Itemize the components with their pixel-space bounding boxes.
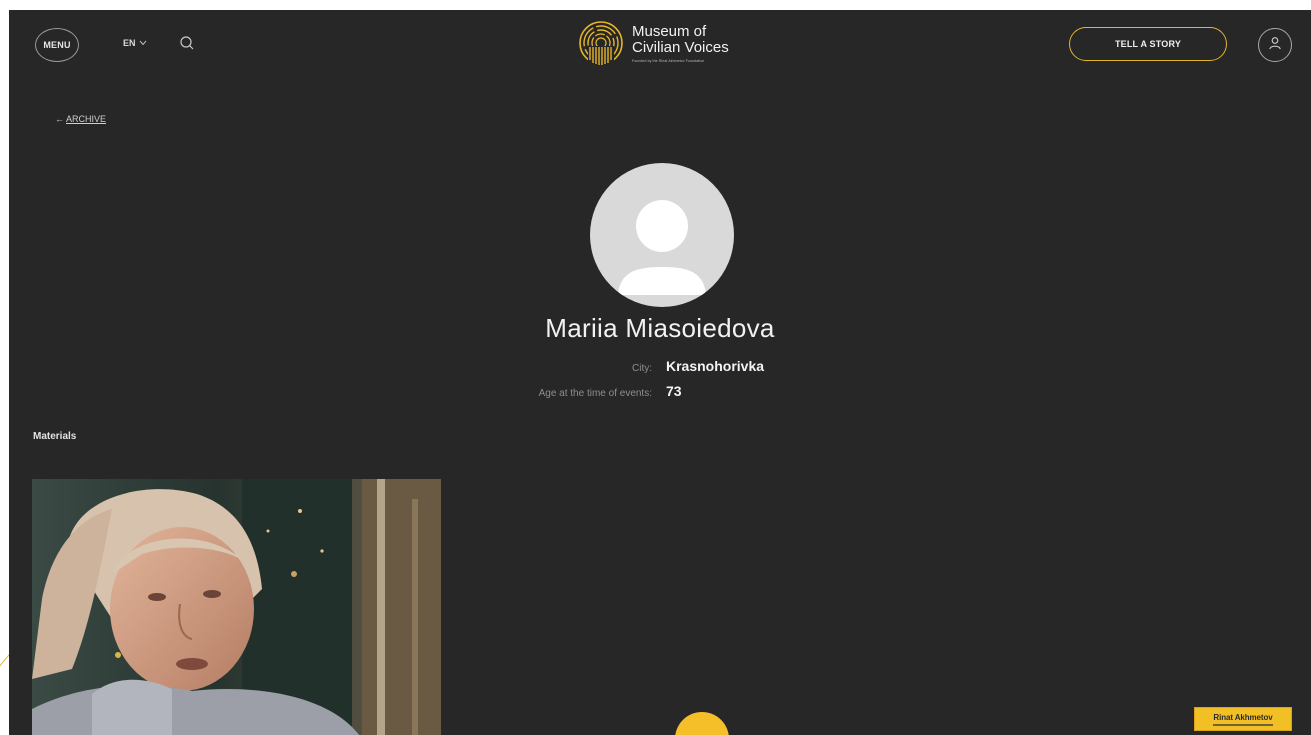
partner-badge[interactable]: Rinat Akhmetov xyxy=(1194,707,1292,731)
menu-label: MENU xyxy=(43,40,71,50)
city-row: City: Krasnohorivka xyxy=(502,358,764,374)
partner-underline xyxy=(1213,723,1273,726)
language-selector[interactable]: EN xyxy=(123,38,147,48)
floating-action-dot[interactable] xyxy=(675,712,729,735)
user-account-button[interactable] xyxy=(1258,28,1292,62)
fingerprint-logo-icon xyxy=(578,20,624,66)
avatar xyxy=(590,163,734,307)
city-value: Krasnohorivka xyxy=(666,358,765,374)
search-icon[interactable] xyxy=(179,35,195,51)
chevron-down-icon xyxy=(139,39,147,48)
age-value: 73 xyxy=(666,383,682,399)
user-icon xyxy=(1268,36,1282,55)
avatar-placeholder-icon xyxy=(618,200,706,295)
city-label: City: xyxy=(632,363,652,374)
site-logo[interactable]: Museum of Civilian Voices Founded by the… xyxy=(578,20,729,66)
video-thumbnail-image xyxy=(32,479,441,735)
back-arrow-icon: ← xyxy=(55,114,64,124)
logo-text: Museum of Civilian Voices Founded by the… xyxy=(632,22,729,63)
page-viewport: MENU EN Museum of Civilian Voices Founde… xyxy=(9,10,1311,735)
logo-title-line2: Civilian Voices xyxy=(632,38,729,56)
language-label: EN xyxy=(123,38,136,48)
back-to-archive-link[interactable]: ← ARCHIVE xyxy=(55,114,106,124)
materials-heading: Materials xyxy=(33,431,77,442)
menu-button[interactable]: MENU xyxy=(35,28,79,62)
age-label: Age at the time of events: xyxy=(538,388,652,399)
back-link-label: ARCHIVE xyxy=(66,114,107,124)
person-name: Mariia Miasoiedova xyxy=(545,313,775,343)
tell-a-story-label: TELL A STORY xyxy=(1114,39,1182,49)
logo-title-line1: Museum of xyxy=(632,22,707,40)
partner-name: Rinat Akhmetov xyxy=(1213,712,1273,722)
tell-a-story-button[interactable]: TELL A STORY xyxy=(1069,27,1227,61)
age-row: Age at the time of events: 73 xyxy=(502,383,682,399)
material-video-thumbnail[interactable] xyxy=(32,479,441,735)
logo-subtitle: Founded by the Rinat Akhmetov Foundation xyxy=(632,58,705,63)
